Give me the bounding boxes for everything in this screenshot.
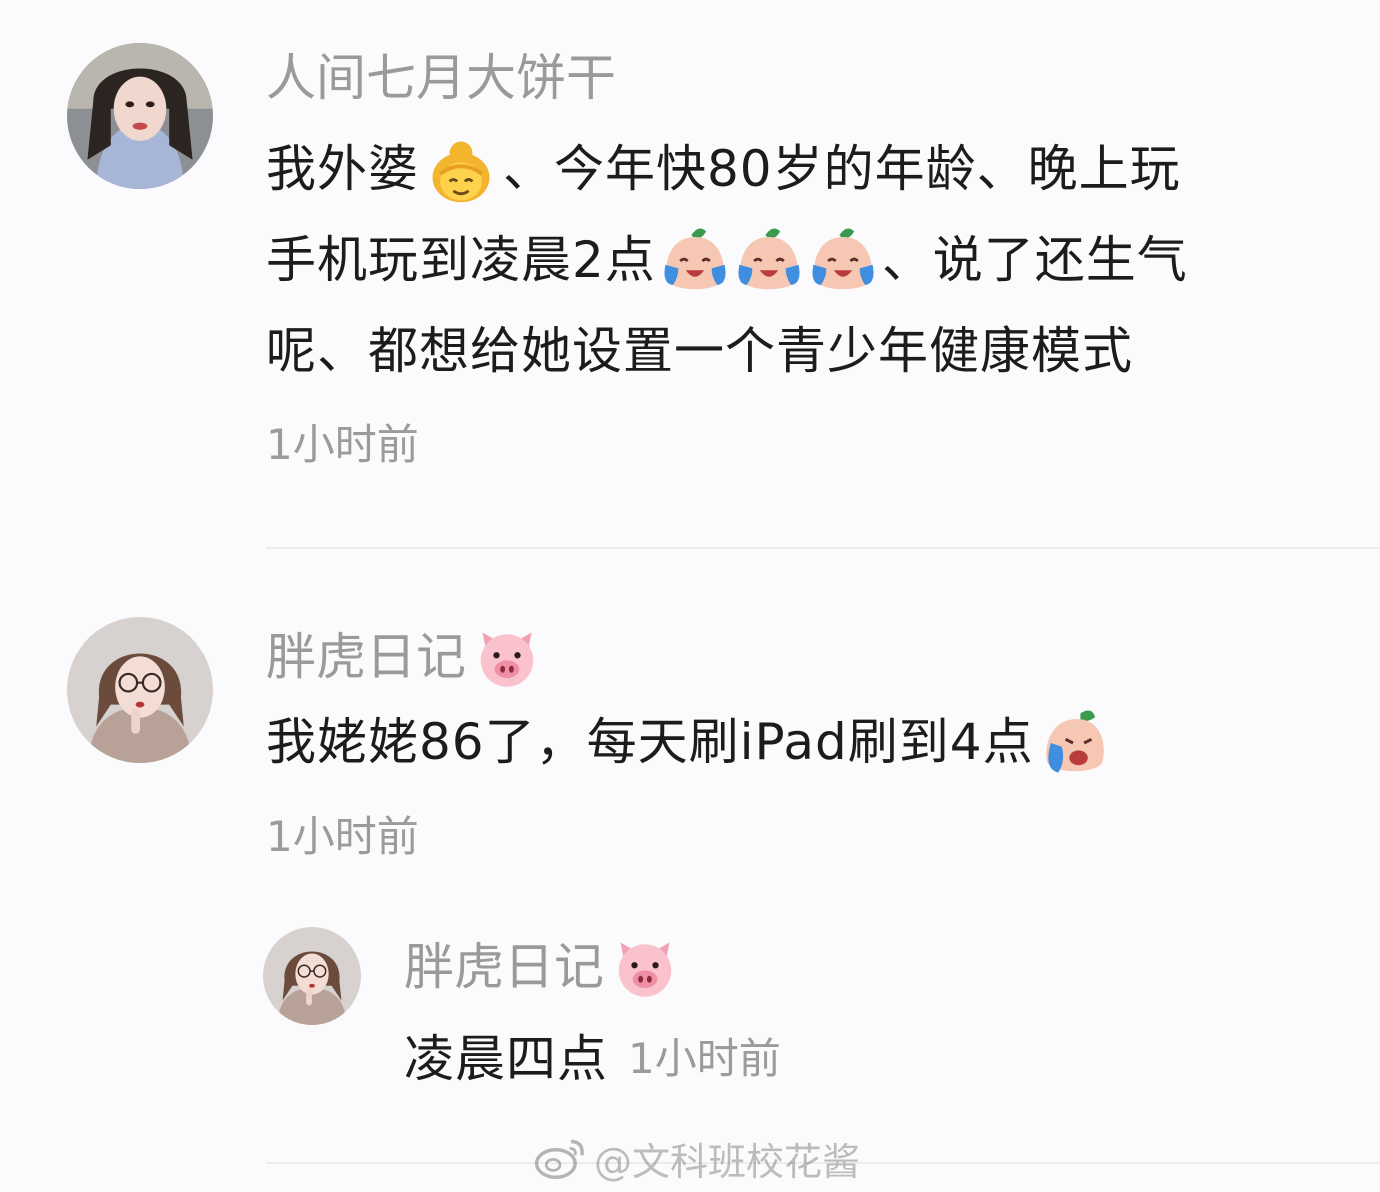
pig-face-emoji — [472, 622, 542, 692]
timestamp: 1小时前 — [266, 812, 419, 861]
pig-face-emoji — [610, 932, 680, 1002]
comment-line: 呢、都想给她设置一个青少年健康模式 — [266, 322, 1133, 380]
older-woman-emoji — [423, 132, 499, 208]
username[interactable]: 人间七月大饼干 — [266, 48, 616, 108]
crying-peach-emoji — [658, 224, 880, 298]
watermark: @文科班校花酱 — [532, 1132, 860, 1184]
reply-row: 凌晨四点 1小时前 — [404, 1020, 781, 1090]
comment-line: 我外婆 、今年快80岁的年龄、晚上玩 — [266, 124, 1188, 215]
comment-text: 我外婆 、今年快80岁的年龄、晚上玩 手机玩到凌晨2点 、说了还生气 呢、都想给… — [266, 124, 1188, 397]
crying-peach-emoji — [1036, 706, 1110, 780]
timestamp: 1小时前 — [628, 1033, 781, 1083]
reply-username[interactable]: 胖虎日记 — [404, 932, 680, 1002]
divider — [266, 547, 1380, 549]
comment-line: 手机玩到凌晨2点 、说了还生气 — [266, 215, 1188, 306]
avatar[interactable] — [67, 617, 213, 763]
username[interactable]: 胖虎日记 — [266, 622, 542, 692]
reply-text: 凌晨四点 — [404, 1030, 608, 1088]
comment-text: 我姥姥86了，每天刷iPad刷到4点 — [266, 697, 1110, 788]
weibo-logo-icon — [534, 1139, 584, 1179]
avatar[interactable] — [67, 43, 213, 189]
timestamp: 1小时前 — [266, 420, 419, 469]
avatar[interactable] — [263, 927, 361, 1025]
comment-line: 我姥姥86了，每天刷iPad刷到4点 — [266, 697, 1110, 788]
